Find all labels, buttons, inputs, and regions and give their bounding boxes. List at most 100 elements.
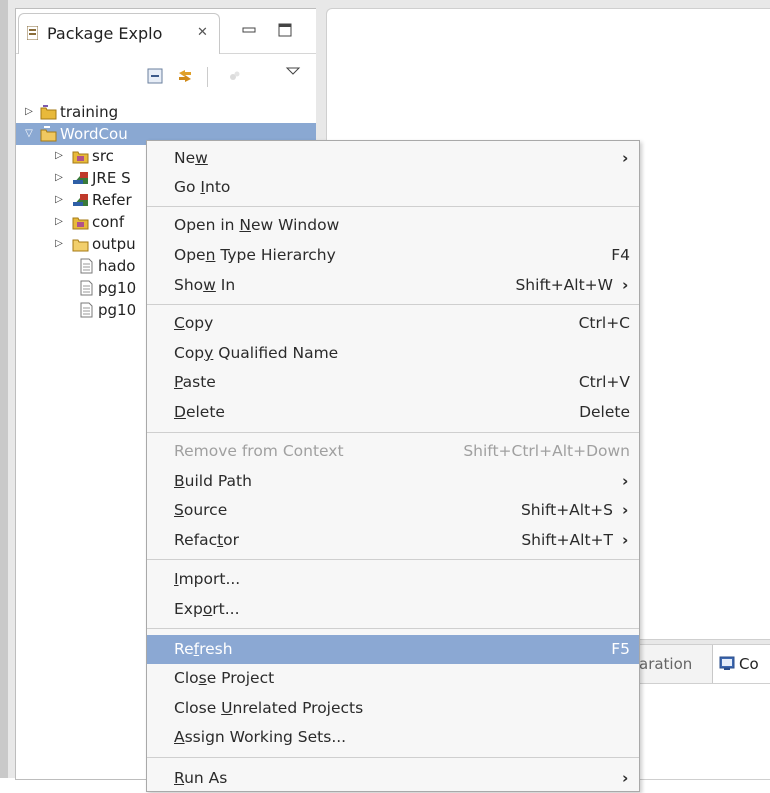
tree-item-label: training (60, 103, 119, 121)
project-folder-icon (40, 126, 57, 142)
menu-item-close-unrelated-projects[interactable]: Close Unrelated Projects (147, 694, 639, 723)
menu-shortcut: F5 (611, 640, 630, 658)
tree-item-label: outpu (92, 235, 136, 253)
menu-item-label: Copy Qualified Name (174, 344, 339, 362)
view-toolbar (16, 53, 316, 97)
menu-item-show-in[interactable]: Show In Shift+Alt+W › (147, 271, 639, 300)
menu-item-assign-working-sets[interactable]: Assign Working Sets... (147, 723, 639, 752)
menu-item-export[interactable]: Export... (147, 595, 639, 624)
menu-item-label: Close Unrelated Projects (174, 699, 364, 717)
menu-item-label: Run As (174, 769, 228, 787)
package-explorer-tab[interactable]: Package Explo ✕ (18, 13, 220, 54)
menu-item-copy[interactable]: Copy Ctrl+C (147, 309, 639, 338)
menu-item-label: Open in New Window (174, 216, 340, 234)
tree-item-label: pg10 (98, 279, 137, 297)
menu-shortcut: Shift+Ctrl+Alt+Down (463, 442, 630, 460)
tree-item-label: Refer (92, 191, 132, 209)
close-icon[interactable]: ✕ (197, 25, 208, 40)
menu-item-label: Import... (174, 570, 241, 588)
menu-shortcut: Shift+Alt+S (520, 501, 613, 519)
toolbar-separator (207, 67, 208, 87)
menu-shortcut: Delete (579, 403, 630, 421)
menu-item-label: Paste (174, 373, 216, 391)
menu-item-label: Build Path (174, 472, 252, 490)
menu-item-label: Delete (174, 403, 225, 421)
menu-separator (147, 432, 639, 433)
menu-item-refactor[interactable]: Refactor Shift+Alt+T › (147, 526, 639, 555)
menu-item-label: Assign Working Sets... (174, 728, 347, 746)
view-menu-icon[interactable] (284, 63, 302, 81)
submenu-arrow-icon: › (622, 501, 629, 519)
menu-separator (147, 304, 639, 305)
menu-item-label: New (174, 149, 208, 167)
menu-item-run-as[interactable]: Run As › (147, 764, 639, 793)
menu-item-source[interactable]: Source Shift+Alt+S › (147, 496, 639, 525)
menu-item-label: Go Into (174, 178, 231, 196)
submenu-arrow-icon: › (622, 531, 629, 549)
submenu-arrow-icon: › (622, 769, 629, 787)
menu-shortcut: Shift+Alt+T (521, 531, 613, 549)
tree-item-label: hado (98, 257, 136, 275)
source-folder-icon (72, 217, 89, 230)
tree-item-training[interactable]: ▷ training (16, 101, 316, 123)
expand-icon[interactable]: ▷ (53, 211, 65, 233)
minimize-icon[interactable] (242, 23, 256, 37)
folder-icon (72, 239, 89, 252)
menu-shortcut: Shift+Alt+W (515, 276, 613, 294)
link-with-editor-icon[interactable] (176, 67, 194, 85)
collapse-icon[interactable]: ▽ (23, 123, 35, 145)
maximize-icon[interactable] (278, 23, 292, 37)
collapse-all-icon[interactable] (146, 67, 164, 85)
menu-item-copy-qualified-name[interactable]: Copy Qualified Name (147, 339, 639, 368)
menu-item-label: Export... (174, 600, 240, 618)
console-icon (719, 656, 735, 670)
context-menu: New › Go Into Open in New Window Open Ty… (146, 140, 640, 792)
expand-icon[interactable]: ▷ (53, 189, 65, 211)
menu-separator (147, 757, 639, 758)
submenu-arrow-icon: › (622, 276, 629, 294)
menu-item-label: Copy (174, 314, 214, 332)
menu-item-label: Close Project (174, 669, 275, 687)
menu-item-label: Remove from Context (174, 442, 344, 460)
focus-icon[interactable] (226, 67, 244, 85)
menu-item-label: Open Type Hierarchy (174, 246, 336, 264)
tab-label: Co (739, 655, 759, 673)
tree-item-label: conf (92, 213, 125, 231)
expand-icon[interactable]: ▷ (53, 167, 65, 189)
package-explorer-icon (27, 26, 38, 40)
menu-item-delete[interactable]: Delete Delete (147, 398, 639, 427)
file-icon (80, 280, 93, 296)
tab-declaration[interactable]: aration (639, 655, 692, 673)
menu-item-import[interactable]: Import... (147, 565, 639, 594)
menu-item-open-in-new-window[interactable]: Open in New Window (147, 211, 639, 240)
menu-separator (147, 559, 639, 560)
menu-item-paste[interactable]: Paste Ctrl+V (147, 368, 639, 397)
menu-item-new[interactable]: New › (147, 144, 639, 173)
menu-item-refresh[interactable]: Refresh F5 (147, 635, 639, 664)
menu-shortcut: Ctrl+C (578, 314, 630, 332)
expand-icon[interactable]: ▷ (53, 233, 65, 255)
menu-separator (147, 628, 639, 629)
menu-item-close-project[interactable]: Close Project (147, 664, 639, 693)
menu-item-go-into[interactable]: Go Into (147, 173, 639, 202)
menu-item-open-type-hierarchy[interactable]: Open Type Hierarchy F4 (147, 241, 639, 270)
file-icon (80, 258, 93, 274)
submenu-arrow-icon: › (622, 149, 629, 167)
menu-item-label: Source (174, 501, 228, 519)
tree-item-label: JRE S (92, 169, 131, 187)
tab-console[interactable]: Co (712, 645, 770, 683)
menu-item-label: Refactor (174, 531, 240, 549)
file-icon (80, 302, 93, 318)
tree-item-label: WordCou (60, 125, 128, 143)
submenu-arrow-icon: › (622, 472, 629, 490)
tree-item-label: src (92, 147, 114, 165)
view-header: Package Explo ✕ (16, 9, 316, 54)
expand-icon[interactable]: ▷ (53, 145, 65, 167)
menu-shortcut: F4 (611, 246, 630, 264)
expand-icon[interactable]: ▷ (23, 101, 35, 123)
view-title: Package Explo (47, 24, 163, 43)
menu-item-remove-from-context[interactable]: Remove from Context Shift+Ctrl+Alt+Down (147, 437, 639, 466)
menu-item-build-path[interactable]: Build Path › (147, 467, 639, 496)
window-edge (0, 0, 8, 778)
source-folder-icon (72, 151, 89, 164)
